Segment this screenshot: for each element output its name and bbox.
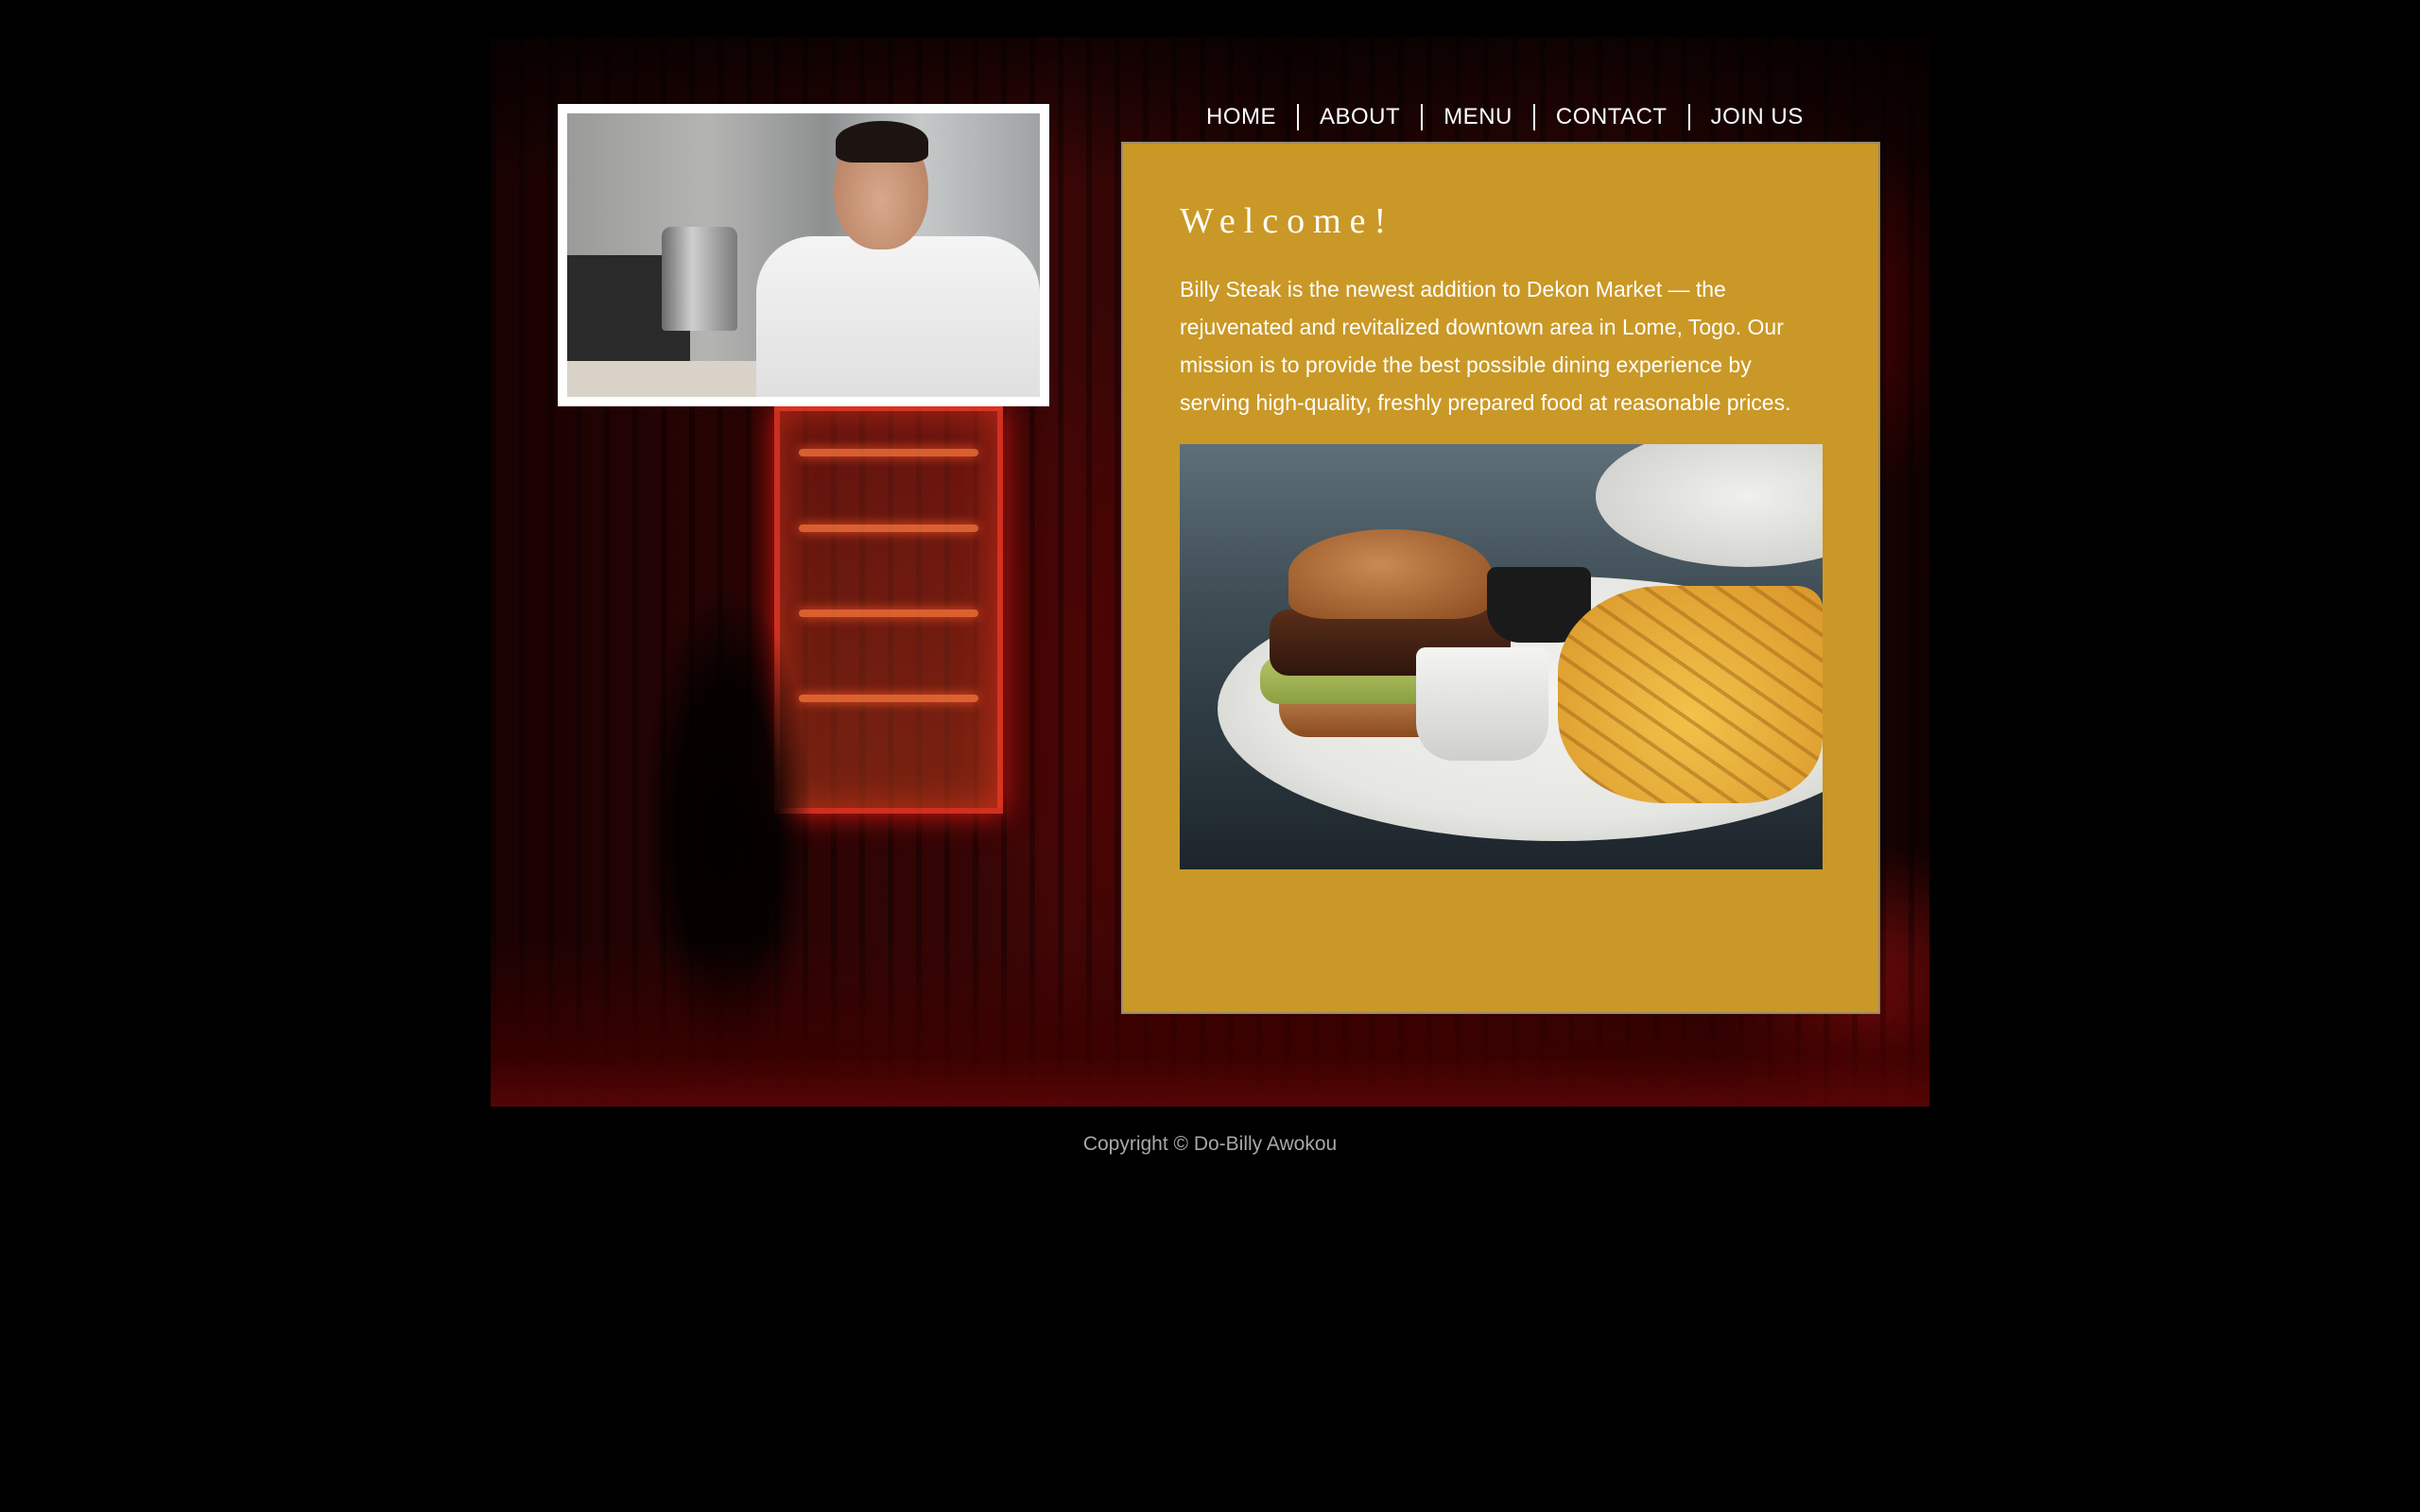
- burger-fries-photo: [1180, 444, 1823, 869]
- nav-about[interactable]: ABOUT: [1297, 104, 1421, 130]
- chef-photo: [567, 113, 1040, 397]
- welcome-heading: Welcome!: [1180, 201, 1395, 241]
- main-nav: HOME ABOUT MENU CONTACT JOIN US: [1185, 102, 1824, 132]
- nav-contact[interactable]: CONTACT: [1532, 104, 1688, 130]
- fries: [1558, 586, 1823, 803]
- nav-home[interactable]: HOME: [1185, 104, 1297, 130]
- chef-jacket: [756, 236, 1040, 397]
- nav-join-us[interactable]: JOIN US: [1687, 104, 1824, 130]
- sauce-cup: [1416, 647, 1548, 761]
- welcome-panel: Welcome! Billy Steak is the newest addit…: [1121, 142, 1880, 1014]
- footer: Copyright © Do-Billy Awokou: [0, 1133, 2420, 1156]
- grinder-jar: [662, 227, 737, 331]
- bun-top: [1288, 529, 1492, 619]
- chef-photo-frame: [558, 104, 1049, 406]
- nav-menu[interactable]: MENU: [1421, 104, 1533, 130]
- welcome-text: Billy Steak is the newest addition to De…: [1180, 277, 1791, 415]
- copyright-text: Copyright © Do-Billy Awokou: [1082, 1133, 1338, 1155]
- counter: [567, 361, 780, 397]
- chef-hair: [836, 121, 928, 163]
- background-plate: [1596, 444, 1823, 567]
